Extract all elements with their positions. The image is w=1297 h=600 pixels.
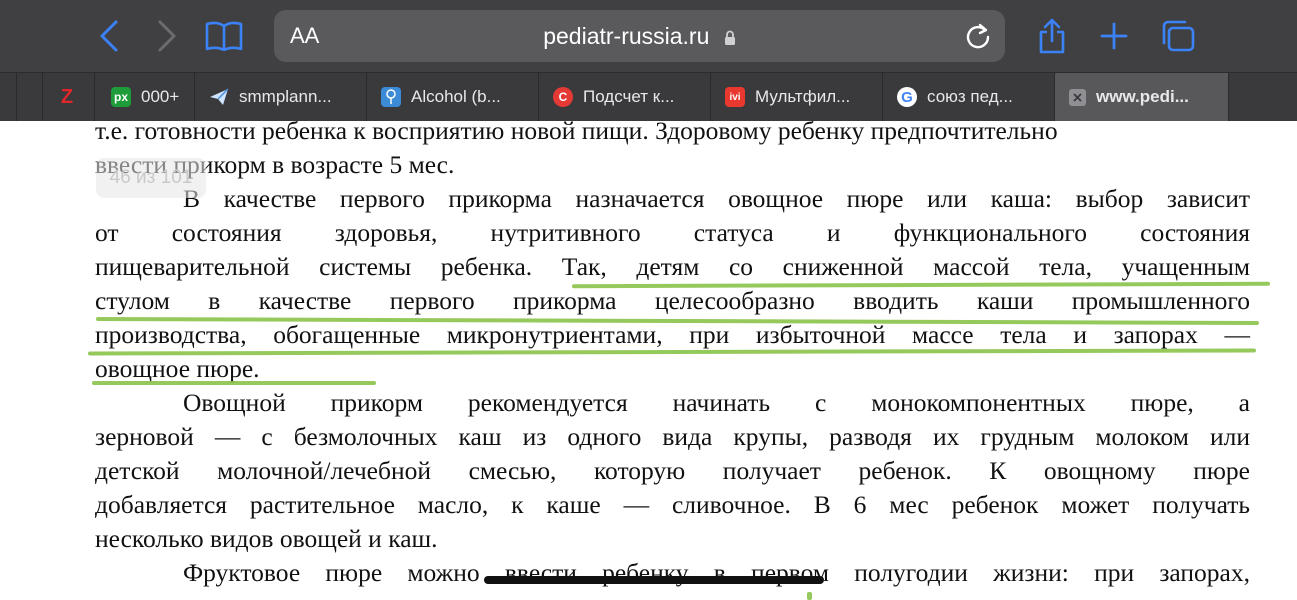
c-icon: C: [553, 87, 573, 107]
tab-z[interactable]: Z: [42, 73, 94, 121]
text-line: пищеварительной системы ребенка. Так, де…: [95, 252, 1250, 281]
tab-spacer: [16, 73, 42, 121]
text-line: детской молочной/лечебной смесью, котору…: [95, 456, 1250, 485]
paper-plane-icon: [209, 87, 229, 107]
forward-chevron-icon[interactable]: [150, 14, 184, 58]
browser-toolbar: AA pediatr-russia.ru: [0, 0, 1297, 72]
share-icon[interactable]: [1032, 14, 1072, 58]
tab-edge: [0, 73, 16, 121]
text-line: зерновой — с безмолочных каш из одного в…: [95, 422, 1250, 451]
text-line: ввести прикорм в возрасте 5 мес.: [95, 150, 455, 179]
new-tab-plus-icon[interactable]: [1096, 14, 1132, 58]
reload-icon[interactable]: [963, 21, 993, 56]
pin-icon: [381, 87, 401, 107]
px-icon: px: [111, 87, 131, 107]
text-line: несколько видов овощей и каш.: [95, 524, 438, 553]
tab-label: Подсчет к...: [583, 87, 675, 106]
tabs-overview-icon[interactable]: [1158, 14, 1198, 58]
black-pen-underline: [484, 576, 824, 584]
url-text: pediatr-russia.ru: [543, 23, 710, 49]
text-line: стулом в качестве первого прикорма целес…: [95, 286, 1250, 315]
text-line: В качестве первого прикорма назначается …: [183, 184, 1250, 213]
text-line: Овощной прикорм рекомендуется начинать с…: [183, 388, 1250, 417]
address-bar[interactable]: AA pediatr-russia.ru: [274, 10, 1005, 62]
text-line: Фруктовое пюре можно ввести ребенку в пе…: [183, 558, 1250, 587]
close-icon[interactable]: [1069, 88, 1086, 106]
green-underline: [92, 381, 376, 385]
tab-label: Мультфил...: [755, 87, 851, 106]
green-mark: [807, 592, 812, 600]
tab-label: www.pedi...: [1096, 87, 1189, 106]
text-line: т.е. готовности ребенка к восприятию нов…: [95, 116, 1058, 145]
tab-label: 000+: [141, 87, 180, 106]
url-container: pediatr-russia.ru: [274, 10, 1005, 62]
google-icon: G: [897, 87, 917, 107]
back-chevron-icon[interactable]: [92, 14, 126, 58]
ivi-icon: ivi: [725, 87, 745, 107]
bookmarks-book-icon[interactable]: [202, 14, 246, 58]
tab-label: Alcohol (b...: [411, 87, 501, 106]
z-icon: Z: [60, 85, 74, 108]
tab-label: smmplann...: [239, 87, 332, 106]
text-line: от состояния здоровья, нутритивного стат…: [95, 218, 1250, 247]
tab-label: союз пед...: [927, 87, 1013, 106]
lock-icon: [724, 12, 736, 64]
page-counter-overlay: 46 из 101: [96, 158, 206, 198]
text-line: добавляется растительное масло, к каше —…: [95, 490, 1250, 519]
